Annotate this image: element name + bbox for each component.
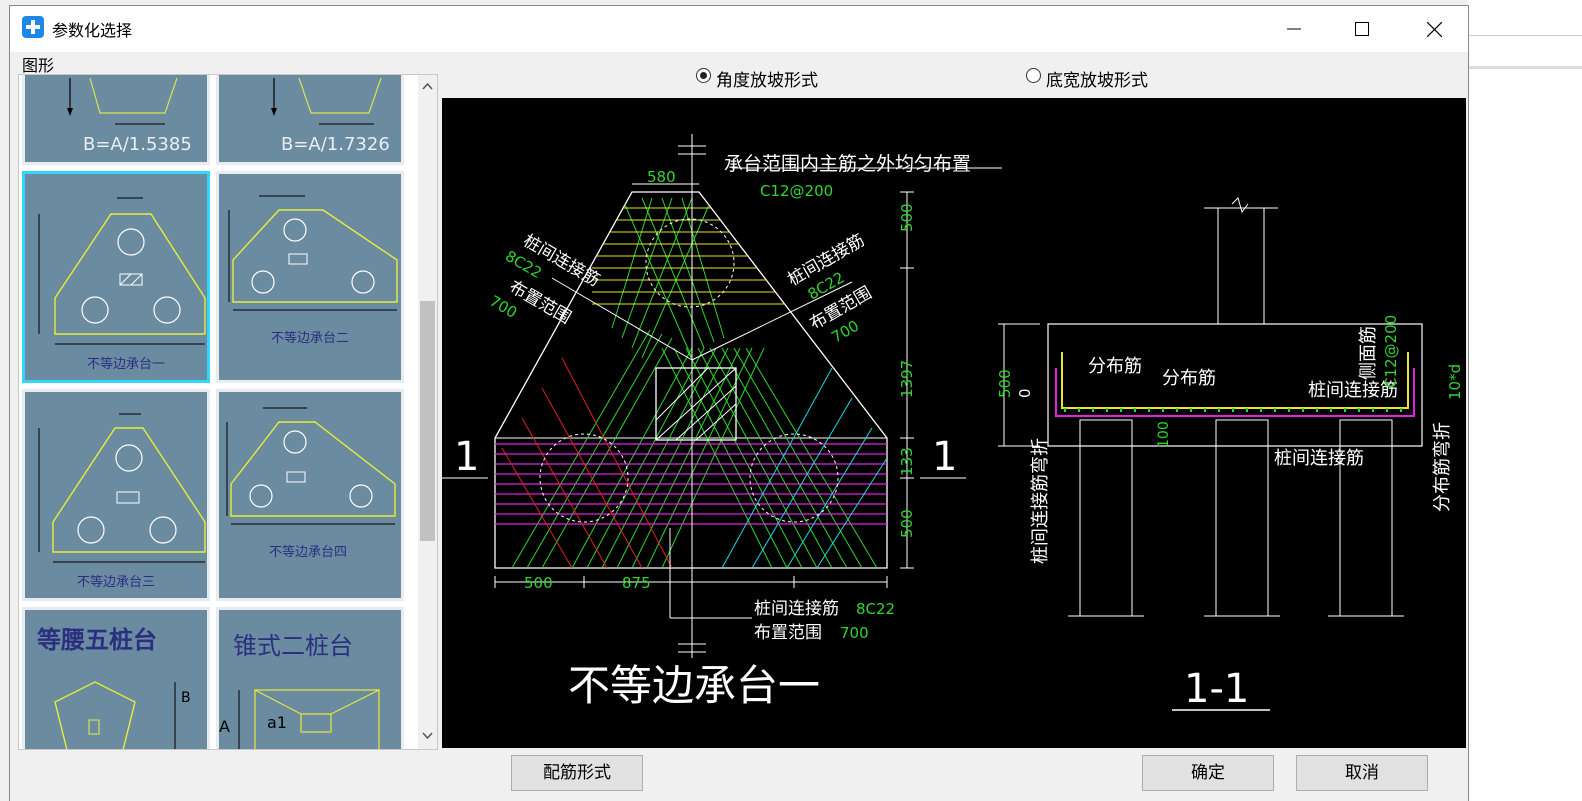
rebar-magenta — [495, 443, 887, 525]
shape-thumb-5[interactable]: 不等边承台三 — [22, 389, 210, 601]
drawing-canvas: 1 1 500 1397 133 500 500 875 580 承台范围内主筋… — [442, 98, 1466, 748]
background-desktop — [1468, 0, 1582, 801]
shape-preview: 不等边承台四 — [226, 407, 396, 560]
minimize-button[interactable] — [1260, 6, 1328, 52]
bottom-label-4: 700 — [840, 624, 869, 642]
shape-group-label: 图形 — [22, 56, 55, 75]
radio-checked-icon — [696, 68, 711, 83]
sec-dim-500: 500 — [996, 369, 1014, 398]
note-top: 承台范围内主筋之外均匀布置 — [724, 153, 971, 175]
bottom-label-1: 桩间连接筋 — [754, 599, 839, 619]
shape-thumb-4[interactable]: 不等边承台二 — [216, 171, 404, 383]
radio-angle-label: 角度放坡形式 — [716, 71, 818, 91]
sec-label-zhuangjian-2: 桩间连接筋 — [1274, 448, 1364, 469]
cancel-button[interactable]: 取消 — [1296, 755, 1428, 791]
scroll-thumb[interactable] — [420, 301, 435, 541]
ok-button[interactable]: 确定 — [1142, 755, 1274, 791]
dim-500-bottom: 500 — [524, 574, 553, 592]
scroll-up-button[interactable] — [418, 75, 437, 97]
sec-label-c12: C12@200 — [1382, 315, 1400, 388]
shape-preview: 不等边承台一 — [38, 197, 206, 372]
thumb-caption: 不等边承台三 — [77, 574, 155, 590]
section-mark-right: 1 — [932, 434, 957, 480]
maximize-button[interactable] — [1328, 6, 1396, 52]
thumb-caption: B=A/1.7326 — [281, 134, 390, 155]
sec-label-left-vert: 桩间连接筋弯折 — [1030, 438, 1051, 564]
section-mark-left: 1 — [454, 434, 479, 480]
rebar-cyan — [721, 367, 887, 568]
section-1-1: 500 0 100 分布筋 分布筋 桩间连接筋 桩间连接筋 侧面筋 C12@20… — [996, 197, 1464, 712]
thumb-caption: 不等边承台一 — [87, 356, 165, 372]
shape-preview: 等腰五桩台 B — [37, 626, 191, 749]
title-bar: 参数化选择 — [10, 6, 1468, 52]
window-title: 参数化选择 — [52, 21, 133, 40]
close-icon — [1427, 22, 1442, 37]
close-button[interactable] — [1400, 6, 1468, 52]
dim-580: 580 — [647, 168, 676, 186]
chevron-down-icon — [422, 732, 433, 740]
dim-133: 133 — [898, 447, 916, 476]
sec-label-cemian: 侧面筋 — [1358, 326, 1379, 380]
dim-1397: 1397 — [898, 360, 916, 398]
dim-875: 875 — [622, 574, 651, 592]
sec-dim-100: 100 — [1156, 421, 1172, 448]
thumb-caption: B=A/1.5385 — [83, 134, 192, 155]
shape-thumb-8[interactable]: 锥式二桩台 A a1 — [216, 607, 404, 749]
shape-thumb-2[interactable]: B=A/1.7326 — [216, 75, 404, 165]
svg-text:B: B — [181, 690, 191, 706]
radio-unchecked-icon — [1026, 68, 1041, 83]
cad-drawing: 1 1 500 1397 133 500 500 875 580 承台范围内主筋… — [442, 134, 1464, 712]
minimize-icon — [1287, 28, 1301, 30]
shape-thumb-6[interactable]: 不等边承台四 — [216, 389, 404, 601]
thumb-caption: 等腰五桩台 — [37, 626, 157, 654]
bottom-label-3: 布置范围 — [754, 623, 822, 643]
section-title: 1-1 — [1184, 666, 1249, 712]
dim-500-top: 500 — [898, 203, 916, 232]
sec-label-right-vert: 分布筋弯折 — [1432, 422, 1453, 512]
shape-list-scrollbar[interactable] — [418, 75, 437, 749]
thumb-caption: 锥式二桩台 — [233, 632, 353, 660]
radio-width-label: 底宽放坡形式 — [1046, 71, 1148, 91]
preview-panel: 角度放坡形式 底宽放坡形式 1 1 500 1397 133 500 500 8… — [442, 54, 1466, 748]
note-c12: C12@200 — [760, 182, 833, 200]
shape-thumb-7[interactable]: 等腰五桩台 B — [22, 607, 210, 749]
shape-list[interactable]: B=A/1.5385 B=A/1.7326 不等边承台一 不等边承台二 不等边承… — [18, 74, 438, 750]
svg-text:A: A — [219, 717, 230, 736]
scroll-down-button[interactable] — [418, 725, 437, 747]
shape-preview: B=A/1.7326 — [271, 77, 390, 155]
shape-preview: 锥式二桩台 A a1 — [219, 632, 380, 749]
shape-preview: 不等边承台三 — [38, 413, 206, 590]
sec-label-fenbu-2: 分布筋 — [1162, 368, 1216, 389]
dialog-window: 参数化选择 图形 B=A/1.5385 B=A/1.7326 不等边承台一 不等… — [10, 6, 1468, 801]
maximize-icon — [1355, 22, 1369, 36]
shape-preview: 不等边承台二 — [228, 195, 398, 346]
chevron-up-icon — [422, 82, 433, 90]
sec-label-10d: 10*d — [1446, 364, 1464, 400]
dim-500-right: 500 — [898, 509, 916, 538]
svg-text:a1: a1 — [267, 713, 287, 732]
shape-thumb-1[interactable]: B=A/1.5385 — [22, 75, 210, 165]
thumb-caption: 不等边承台二 — [271, 330, 349, 346]
app-icon — [22, 16, 44, 38]
shape-preview: B=A/1.5385 — [67, 77, 192, 155]
sec-dim-0: 0 — [1016, 388, 1034, 398]
shape-thumb-3[interactable]: 不等边承台一 — [22, 171, 210, 383]
sec-label-fenbu-1: 分布筋 — [1088, 356, 1142, 377]
rebar-form-button[interactable]: 配筋形式 — [511, 755, 643, 791]
thumb-caption: 不等边承台四 — [269, 544, 347, 560]
bottom-label-2: 8C22 — [856, 600, 895, 618]
drawing-title: 不等边承台一 — [568, 661, 820, 710]
